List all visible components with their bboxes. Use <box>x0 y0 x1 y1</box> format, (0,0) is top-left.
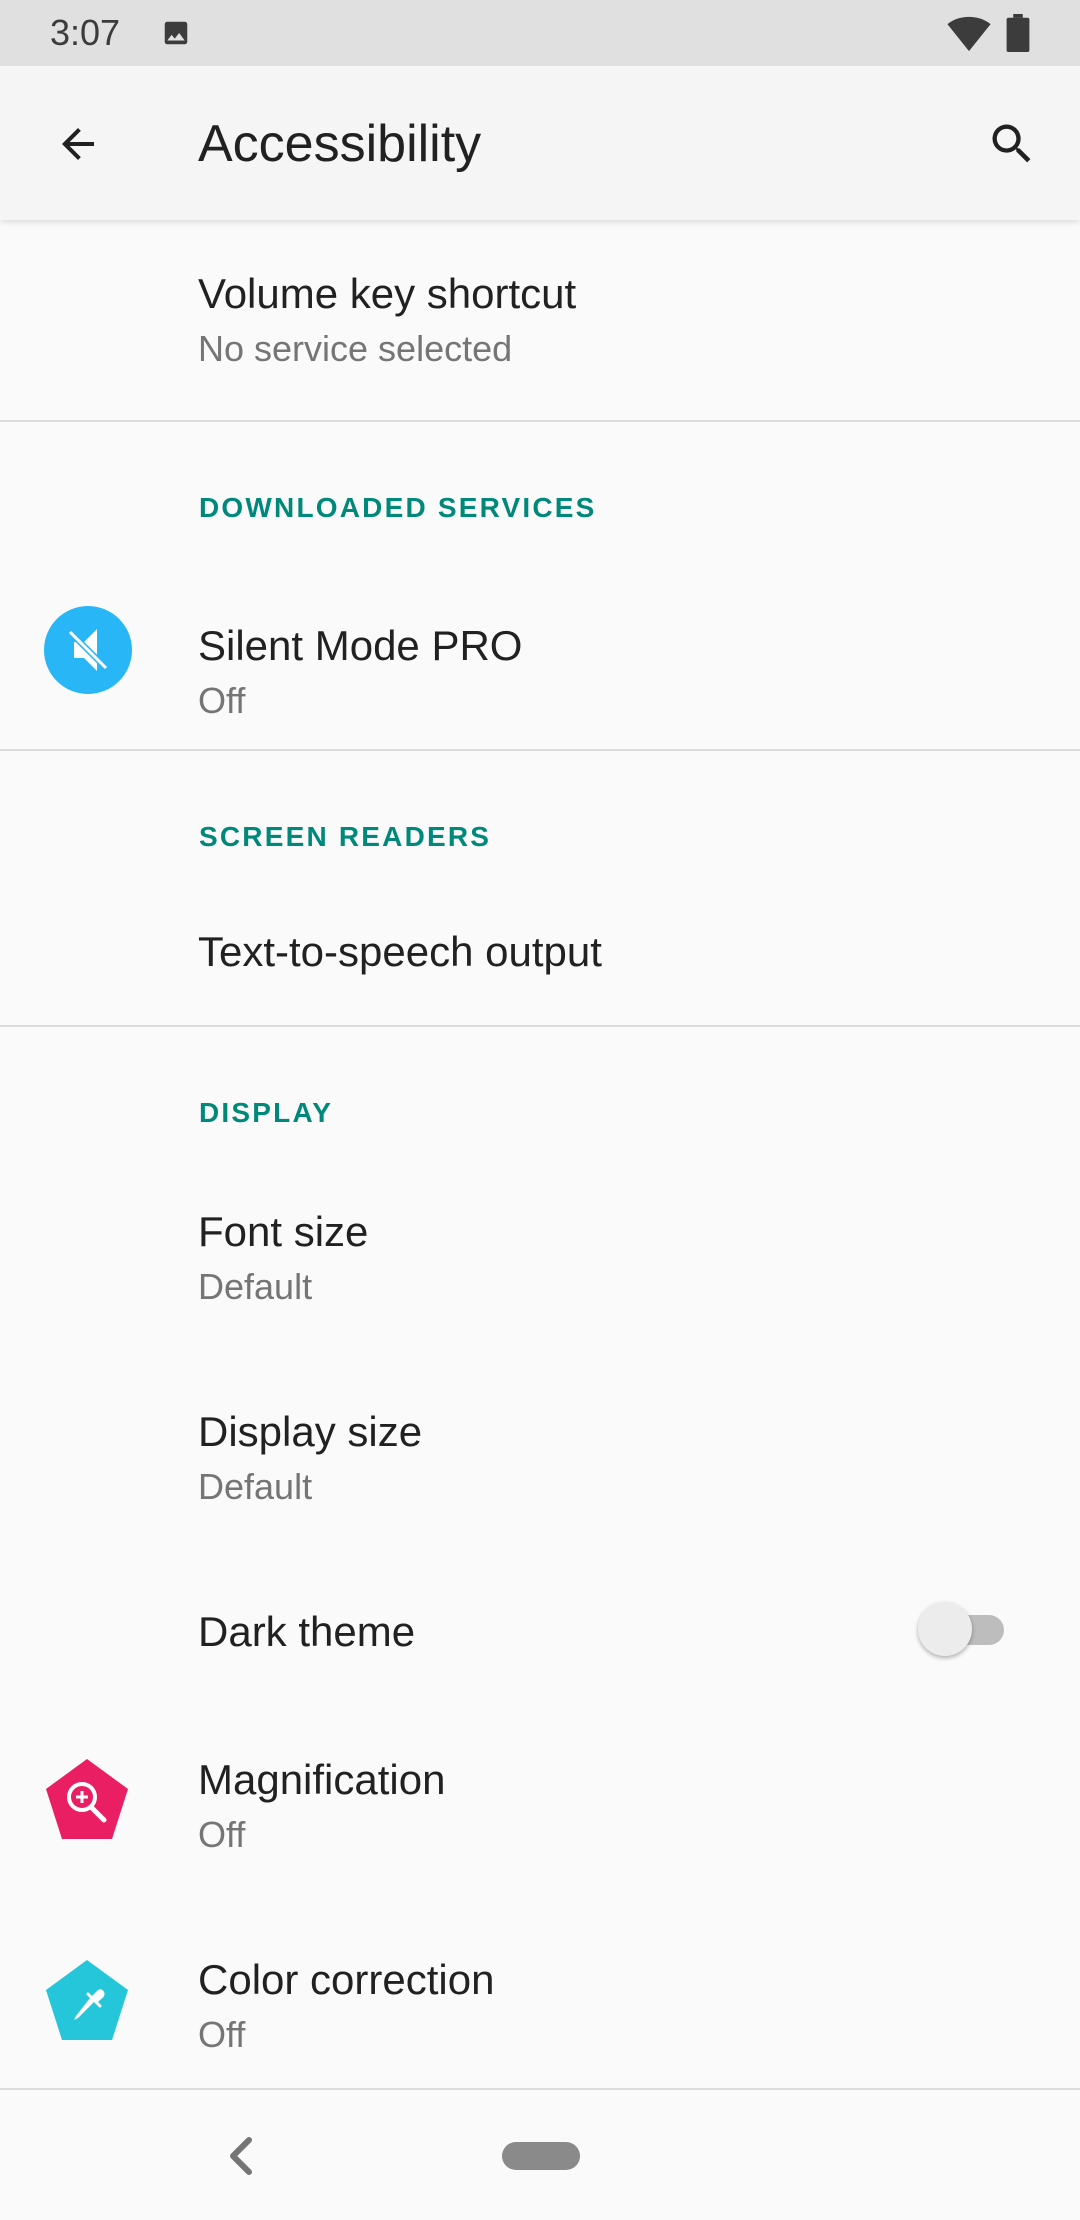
magnification-title: Magnification <box>198 1756 446 1803</box>
text-to-speech-title: Text-to-speech output <box>198 928 602 975</box>
search-button[interactable] <box>974 106 1050 182</box>
color-correction-title: Color correction <box>198 1956 495 2003</box>
volume-off-icon <box>44 606 132 694</box>
divider <box>0 1025 1080 1027</box>
font-size-subtitle: Default <box>198 1266 313 1307</box>
color-correction-icon <box>46 1960 128 2040</box>
image-icon <box>164 21 188 45</box>
magnification-item[interactable]: Magnification Off <box>0 1702 1080 1902</box>
dark-theme-item[interactable]: Dark theme <box>0 1558 1080 1702</box>
downloaded-services-header: DOWNLOADED SERVICES <box>199 492 597 523</box>
screen-readers-header: SCREEN READERS <box>199 821 492 852</box>
status-time: 3:07 <box>50 12 121 53</box>
silent-mode-pro-item[interactable]: Silent Mode PRO Off <box>0 552 1080 748</box>
toggle-thumb <box>918 1602 972 1656</box>
back-button[interactable] <box>40 106 116 182</box>
wifi-icon <box>947 16 991 52</box>
magnification-icon <box>46 1759 128 1839</box>
arrow-back-icon <box>62 128 94 160</box>
settings-list: Volume key shortcut No service selected … <box>0 222 1080 2088</box>
nav-home-pill[interactable] <box>502 2142 580 2170</box>
dark-theme-title: Dark theme <box>198 1608 416 1655</box>
dark-theme-toggle[interactable] <box>918 1598 1004 1660</box>
silent-mode-pro-subtitle: Off <box>198 680 246 721</box>
font-size-title: Font size <box>198 1208 369 1255</box>
silent-mode-pro-title: Silent Mode PRO <box>198 622 523 669</box>
navigation-bar <box>0 2088 1080 2220</box>
display-size-item[interactable]: Display size Default <box>0 1358 1080 1558</box>
volume-key-shortcut-item[interactable]: Volume key shortcut No service selected <box>0 222 1080 420</box>
nav-back-icon[interactable] <box>220 2130 262 2182</box>
app-bar: Accessibility <box>0 66 1080 220</box>
divider <box>0 420 1080 422</box>
display-size-title: Display size <box>198 1408 423 1455</box>
divider <box>0 749 1080 751</box>
display-size-subtitle: Default <box>198 1466 313 1507</box>
display-header: DISPLAY <box>199 1097 334 1128</box>
font-size-item[interactable]: Font size Default <box>0 1158 1080 1358</box>
status-bar: 3:07 <box>0 0 1080 66</box>
page-title: Accessibility <box>198 115 482 173</box>
text-to-speech-item[interactable]: Text-to-speech output <box>0 882 1080 1024</box>
color-correction-subtitle: Off <box>198 2014 246 2055</box>
volume-key-shortcut-title: Volume key shortcut <box>198 270 577 317</box>
color-correction-item[interactable]: Color correction Off <box>0 1902 1080 2088</box>
magnification-subtitle: Off <box>198 1814 246 1855</box>
volume-key-shortcut-subtitle: No service selected <box>198 328 513 369</box>
battery-icon <box>1006 14 1030 52</box>
search-icon <box>992 124 1031 163</box>
